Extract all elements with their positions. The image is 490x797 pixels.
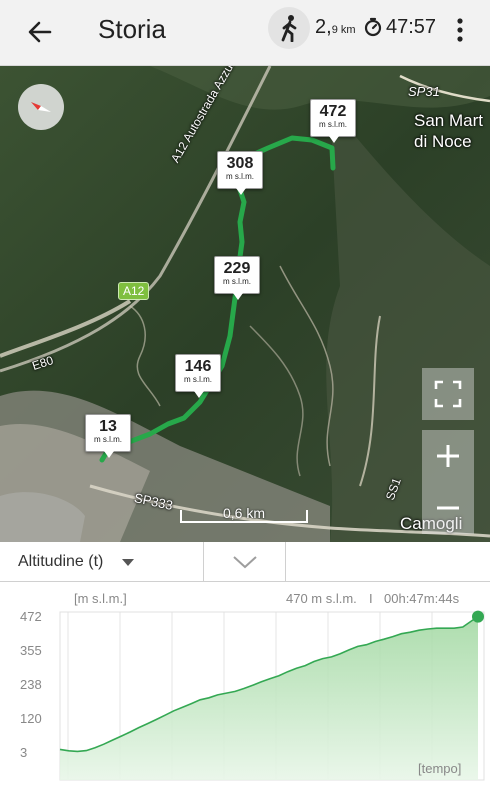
road-label-sp31: SP31 <box>408 84 440 99</box>
marker-altitude: 229 <box>223 260 251 277</box>
compass-button[interactable] <box>18 84 64 130</box>
duration-readout: 47:57 <box>386 16 437 38</box>
marker-unit: m s.l.m. <box>184 375 212 384</box>
y-tick-label: 3 <box>20 745 27 760</box>
arrow-back-icon <box>28 21 52 43</box>
walking-person-icon <box>281 15 297 42</box>
page-title: Storia <box>98 14 166 44</box>
fullscreen-button[interactable] <box>422 368 474 420</box>
y-axis-unit-label: [m s.l.m.] <box>74 591 127 606</box>
marker-altitude: 146 <box>184 358 212 375</box>
map-scale-bar: 0,6 km <box>180 505 308 524</box>
place-label-san-marco: San Mart di Noce <box>414 111 483 151</box>
y-tick-label: 355 <box>20 643 42 658</box>
activity-type-button[interactable] <box>268 7 310 49</box>
marker-unit: m s.l.m. <box>223 277 251 286</box>
overflow-menu-button[interactable] <box>448 12 472 48</box>
compass-needle-icon <box>31 102 51 112</box>
y-tick-label: 472 <box>20 609 42 624</box>
altitude-marker[interactable]: 308 m s.l.m. <box>217 151 263 195</box>
readout-separator: I <box>369 591 373 606</box>
distance-minor: 9 km <box>331 24 356 36</box>
readout-time: 00h:47m:44s <box>384 591 460 606</box>
current-position-dot[interactable] <box>472 610 484 623</box>
zoom-out-button[interactable] <box>422 482 474 534</box>
map-scale-label: 0,6 km <box>222 505 265 521</box>
altitude-marker[interactable]: 13 m s.l.m. <box>85 414 131 458</box>
marker-unit: m s.l.m. <box>226 172 254 181</box>
y-tick-label: 238 <box>20 677 42 692</box>
marker-unit: m s.l.m. <box>94 435 122 444</box>
metric-dropdown[interactable]: Altitudine (t) <box>0 542 204 582</box>
back-button[interactable] <box>18 10 62 54</box>
marker-altitude: 13 <box>99 418 117 435</box>
marker-unit: m s.l.m. <box>319 120 347 129</box>
fullscreen-icon <box>434 380 462 408</box>
metric-dropdown-label: Altitudine (t) <box>18 553 104 570</box>
altitude-area <box>60 616 478 780</box>
chart-controls: Altitudine (t) <box>0 542 490 582</box>
chevron-down-icon <box>232 556 257 569</box>
y-axis-ticks: 472 355 238 120 3 <box>20 609 42 760</box>
collapse-chart-button[interactable] <box>204 542 286 582</box>
minus-icon <box>437 506 459 510</box>
more-vertical-icon <box>457 18 463 42</box>
dropdown-caret-icon <box>122 559 134 566</box>
y-tick-label: 120 <box>20 711 42 726</box>
distance-major: 2, <box>315 16 332 38</box>
stopwatch-icon <box>364 17 382 37</box>
app-bar: Storia 2,9 km 47:57 <box>0 0 490 66</box>
altitude-marker[interactable]: 229 m s.l.m. <box>214 256 260 300</box>
altitude-chart-plot: [m s.l.m.] 470 m s.l.m. I 00h:47m:44s [t… <box>20 591 485 781</box>
zoom-in-button[interactable] <box>422 430 474 482</box>
plus-icon <box>437 445 459 467</box>
satellite-map[interactable]: SP31 San Mart di Noce A12 Autostrada Azz… <box>0 66 490 542</box>
altitude-chart[interactable]: [m s.l.m.] 470 m s.l.m. I 00h:47m:44s [t… <box>0 584 490 790</box>
altitude-marker[interactable]: 472 m s.l.m. <box>310 99 356 143</box>
highway-badge-a12: A12 <box>118 282 150 300</box>
marker-altitude: 472 <box>319 103 347 120</box>
x-axis-unit-label: [tempo] <box>418 761 461 776</box>
altitude-marker[interactable]: 146 m s.l.m. <box>175 354 221 398</box>
distance-readout: 2,9 km <box>315 16 356 39</box>
readout-value: 470 m s.l.m. <box>286 591 357 606</box>
marker-altitude: 308 <box>226 155 254 172</box>
